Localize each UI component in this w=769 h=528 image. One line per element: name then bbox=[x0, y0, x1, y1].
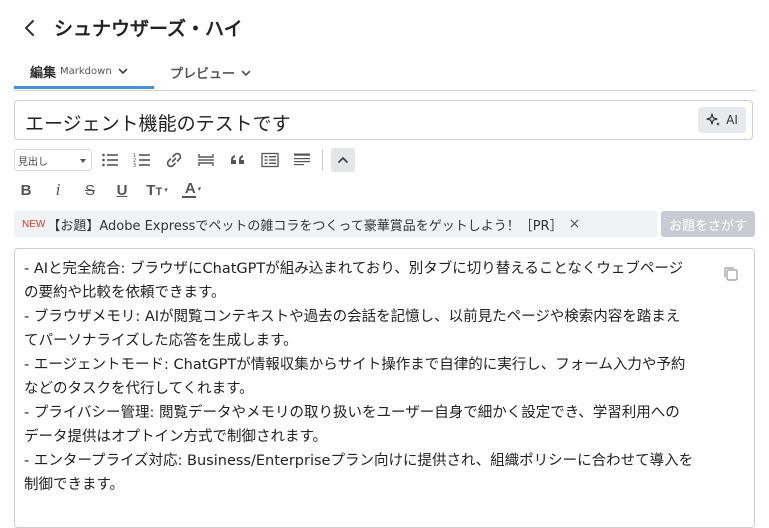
quote-button[interactable] bbox=[226, 148, 250, 172]
editor-line: などのタスクを代行してくれます。 bbox=[24, 381, 254, 397]
editor-line: データ提供はオプトイン方式で制御されます。 bbox=[24, 429, 328, 445]
toolbar-divider bbox=[322, 150, 323, 170]
table-button[interactable] bbox=[258, 148, 282, 172]
sparkle-icon bbox=[706, 113, 721, 126]
close-icon[interactable]: × bbox=[569, 216, 581, 232]
italic-icon: i bbox=[55, 180, 61, 199]
page-title: シュナウザーズ・ハイ bbox=[54, 18, 243, 40]
text-size-small-icon: T bbox=[155, 186, 163, 198]
svg-text:3: 3 bbox=[133, 163, 136, 168]
heading-select[interactable]: 見出し bbox=[14, 149, 92, 171]
table-icon bbox=[261, 152, 279, 168]
code-block-button[interactable] bbox=[290, 148, 314, 172]
editor-line: - プライバシー管理: 閲覧データやメモリの取り扱いをユーザー自身で細かく設定で… bbox=[24, 405, 680, 421]
underline-button[interactable]: U bbox=[110, 178, 134, 202]
header: シュナウザーズ・ハイ bbox=[0, 0, 769, 56]
bullet-list-button[interactable] bbox=[98, 148, 122, 172]
title-input[interactable]: エージェント機能のテストです AI bbox=[14, 100, 753, 140]
toolbar-row-2: B i S U T T ▾ A ▾ bbox=[14, 178, 208, 202]
font-color-button[interactable]: A ▾ bbox=[178, 178, 208, 202]
quote-icon bbox=[231, 155, 244, 164]
bold-button[interactable]: B bbox=[14, 178, 38, 202]
ai-assist-button[interactable]: AI bbox=[698, 107, 746, 133]
chevron-down-icon bbox=[241, 70, 251, 76]
underline-icon: U bbox=[116, 181, 128, 199]
font-color-icon: A bbox=[184, 180, 196, 197]
editor-tabs: 編集 Markdown プレビュー bbox=[14, 56, 755, 91]
editor-line: - ブラウザメモリ: AIが閲覧コンテキストや過去の会話を記憶し、以前見たページ… bbox=[24, 309, 681, 325]
text-block-icon bbox=[294, 153, 310, 166]
link-button[interactable] bbox=[162, 148, 186, 172]
tab-edit-label: 編集 bbox=[30, 65, 57, 81]
color-underline-bar bbox=[182, 196, 196, 198]
dropdown-arrow-icon: ▾ bbox=[164, 186, 168, 194]
topic-text: 【お題】Adobe Expressでペットの雑コラをつくって豪華賞品をゲットしよ… bbox=[47, 218, 563, 234]
editor-line: - エージェントモード: ChatGPTが情報収集からサイト操作まで自律的に実行… bbox=[24, 357, 686, 373]
bold-icon: B bbox=[20, 181, 32, 199]
tab-preview-label: プレビュー bbox=[170, 67, 236, 82]
tab-edit-sublabel: Markdown bbox=[60, 65, 112, 77]
topic-banner[interactable]: NEW 【お題】Adobe Expressでペットの雑コラをつくって豪華賞品をゲ… bbox=[14, 211, 657, 237]
numbered-list-icon: 1 2 3 bbox=[133, 153, 150, 168]
back-icon[interactable] bbox=[20, 16, 40, 40]
dropdown-arrow-icon: ▾ bbox=[197, 185, 202, 193]
editor-line: の要約や比較を依頼できます。 bbox=[24, 285, 226, 301]
bullet-list-icon bbox=[102, 153, 118, 167]
title-input-value: エージェント機能のテストです bbox=[25, 113, 291, 135]
editor-line: 制御できます。 bbox=[24, 477, 125, 493]
numbered-list-button[interactable]: 1 2 3 bbox=[130, 148, 154, 172]
link-icon bbox=[166, 152, 182, 168]
editor-line: - AIと完全統合: ブラウザにChatGPTが組み込まれており、別タブに切り替… bbox=[24, 261, 684, 277]
new-badge: NEW bbox=[22, 218, 46, 230]
italic-button[interactable]: i bbox=[46, 178, 70, 202]
chevron-up-icon bbox=[338, 157, 348, 163]
tab-preview[interactable]: プレビュー bbox=[170, 56, 251, 89]
toolbar-row-1: 見出し 1 2 3 bbox=[14, 148, 355, 172]
copy-icon[interactable] bbox=[722, 265, 740, 283]
text-size-button[interactable]: T T ▾ bbox=[142, 178, 172, 202]
heading-select-value: 見出し bbox=[18, 156, 48, 168]
horizontal-rule-icon bbox=[198, 154, 214, 166]
ai-button-label: AI bbox=[726, 113, 738, 127]
collapse-toolbar-button[interactable] bbox=[331, 148, 355, 172]
editor-content: - AIと完全統合: ブラウザにChatGPTが組み込まれており、別タブに切り替… bbox=[24, 257, 745, 497]
strikethrough-icon: S bbox=[84, 181, 95, 199]
chevron-down-icon bbox=[118, 68, 127, 74]
tab-edit[interactable]: 編集 Markdown bbox=[14, 56, 154, 89]
horizontal-rule-button[interactable] bbox=[194, 148, 218, 172]
text-size-icon: T bbox=[146, 181, 156, 199]
editor-line: てパーソナライズした応答を生成します。 bbox=[24, 333, 298, 349]
search-topic-button[interactable]: お題をさがす bbox=[661, 211, 755, 237]
select-arrow-icon bbox=[80, 159, 86, 163]
editor-line: - エンタープライズ対応: Business/Enterpriseプラン向けに提… bbox=[24, 453, 694, 469]
body-editor[interactable]: - AIと完全統合: ブラウザにChatGPTが組み込まれており、別タブに切り替… bbox=[14, 248, 755, 528]
strikethrough-button[interactable]: S bbox=[78, 178, 102, 202]
